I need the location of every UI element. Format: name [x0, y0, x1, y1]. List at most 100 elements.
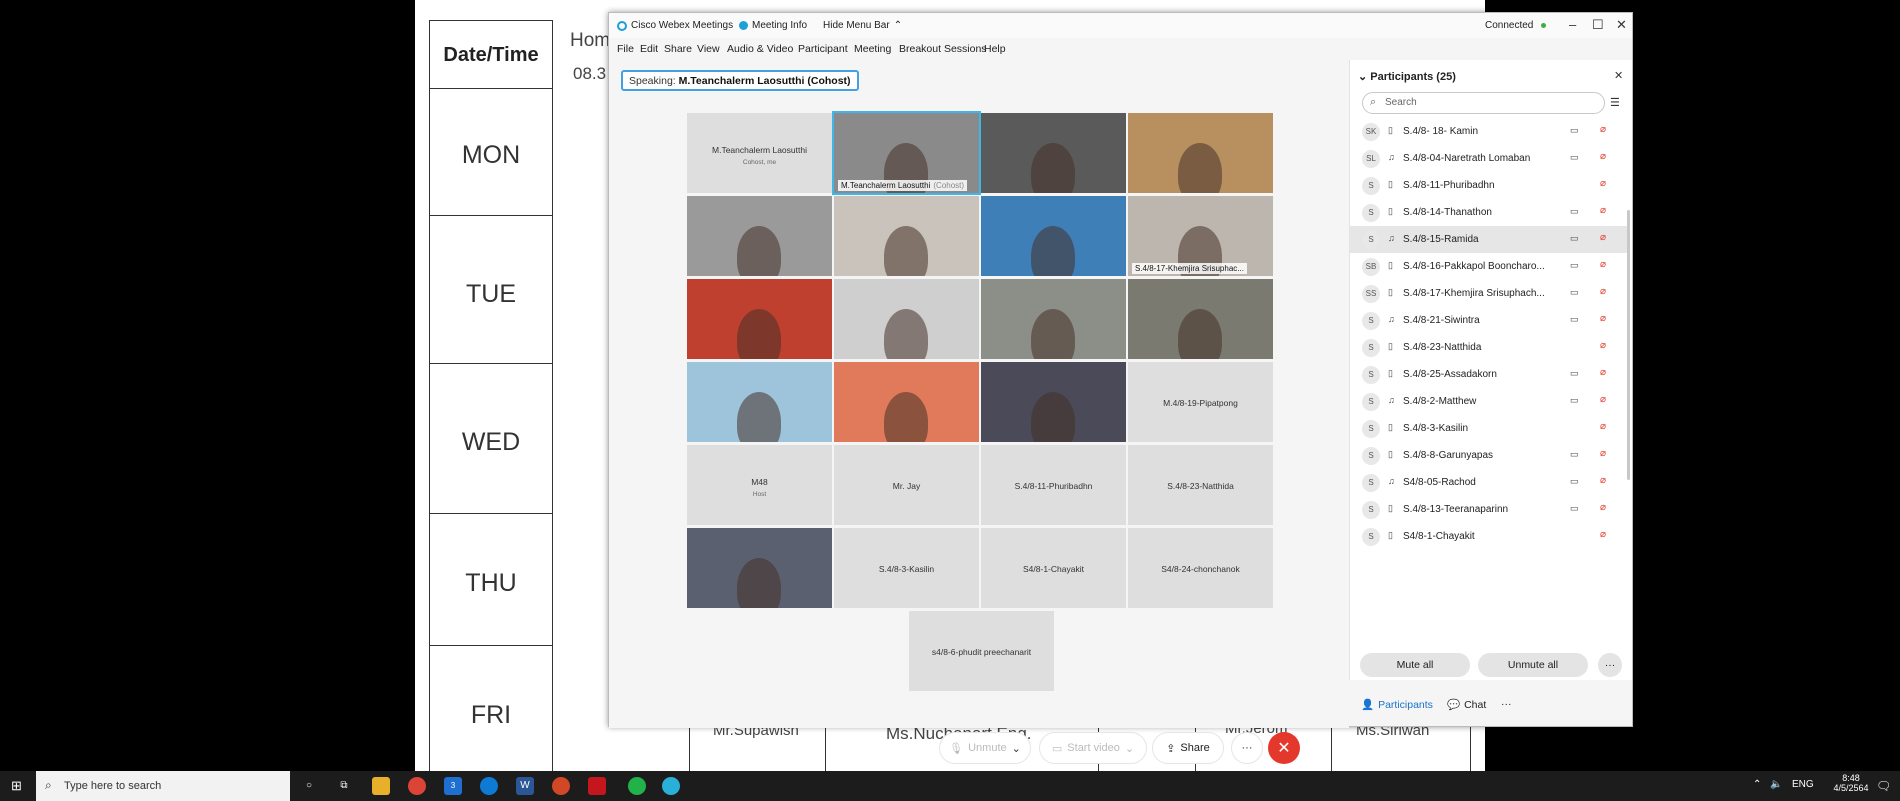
participant-video-tile[interactable] [1128, 279, 1273, 359]
participant-row[interactable]: S ♫ S.4/8-2-Matthew ▭ ⌀ [1350, 388, 1627, 415]
participant-avatar-tile[interactable]: M.Teanchalerm Laosutthi Cohost, me [687, 113, 832, 193]
powerpoint-icon[interactable] [552, 777, 570, 795]
tab-participants[interactable]: 👤 Participants [1361, 698, 1433, 712]
participant-avatar-tile[interactable]: S4/8-24-chonchanok [1128, 528, 1273, 608]
meeting-info-button[interactable]: Meeting Info [739, 20, 807, 31]
muted-mic-icon[interactable]: ⌀ [1600, 529, 1606, 540]
participant-row[interactable]: S ▯ S.4/8-25-Assadakorn ▭ ⌀ [1350, 361, 1627, 388]
participant-avatar-tile[interactable]: M48 Host [687, 445, 832, 525]
participant-video-tile[interactable]: S.4/8-17-Khemjira Srisuphac... [1128, 196, 1273, 276]
participant-video-tile[interactable] [981, 196, 1126, 276]
participant-avatar-tile[interactable]: M.4/8-19-Pipatpong [1128, 362, 1273, 442]
participants-header[interactable]: ⌄ Participants (25) [1358, 70, 1456, 83]
participant-row[interactable]: S ▯ S.4/8-3-Kasilin ⌀ [1350, 415, 1627, 442]
participant-video-tile[interactable] [1128, 113, 1273, 193]
participant-video-tile[interactable] [687, 279, 832, 359]
participant-avatar-tile[interactable]: S.4/8-11-Phuribadhn [981, 445, 1126, 525]
clock[interactable]: 8:48 4/5/2564 [1826, 773, 1876, 793]
maximize-icon[interactable]: ☐ [1592, 17, 1604, 33]
participant-video-tile[interactable] [834, 196, 979, 276]
participant-video-tile[interactable] [834, 279, 979, 359]
word-icon[interactable]: W [516, 777, 534, 795]
menu-meeting[interactable]: Meeting [854, 43, 891, 55]
minimize-icon[interactable]: – [1569, 17, 1576, 32]
menu-view[interactable]: View [697, 43, 720, 55]
panel-more-button[interactable]: ··· [1598, 653, 1622, 677]
volume-icon[interactable]: 🔈 [1770, 779, 1782, 790]
participant-avatar-tile[interactable]: Mr. Jay [834, 445, 979, 525]
cortana-icon[interactable]: ○ [300, 777, 318, 795]
participant-scrollbar[interactable] [1627, 210, 1630, 480]
start-video-button[interactable]: ▭ Start video ⌄ [1039, 732, 1147, 764]
menu-participant[interactable]: Participant [798, 43, 848, 55]
hide-menu-bar-button[interactable]: Hide Menu Bar ⌃ [823, 20, 902, 31]
participant-row[interactable]: S ▯ S.4/8-11-Phuribadhn ⌀ [1350, 172, 1627, 199]
task-view-icon[interactable]: ⧉ [335, 777, 353, 795]
participant-video-tile[interactable] [687, 362, 832, 442]
share-button[interactable]: ⇪ Share [1152, 732, 1224, 764]
muted-mic-icon[interactable]: ⌀ [1600, 394, 1606, 405]
participant-video-tile[interactable]: M.Teanchalerm Laosutthi (Cohost) [832, 111, 981, 195]
participant-video-tile[interactable] [687, 196, 832, 276]
menu-help[interactable]: Help [984, 43, 1006, 55]
menu-edit[interactable]: Edit [640, 43, 658, 55]
participant-avatar-tile[interactable]: S.4/8-3-Kasilin [834, 528, 979, 608]
muted-mic-icon[interactable]: ⌀ [1600, 232, 1606, 243]
mute-all-button[interactable]: Mute all [1360, 653, 1470, 677]
menu-share[interactable]: Share [664, 43, 692, 55]
participant-video-tile[interactable] [834, 362, 979, 442]
menu-file[interactable]: File [617, 43, 634, 55]
edge-icon[interactable] [480, 777, 498, 795]
muted-mic-icon[interactable]: ⌀ [1600, 259, 1606, 270]
webex-taskbar-icon[interactable] [662, 777, 680, 795]
close-window-icon[interactable]: ✕ [1616, 17, 1627, 33]
participant-row[interactable]: S ♫ S.4/8-21-Siwintra ▭ ⌀ [1350, 307, 1627, 334]
participant-video-tile[interactable] [981, 113, 1126, 193]
muted-mic-icon[interactable]: ⌀ [1600, 475, 1606, 486]
participant-row[interactable]: S ♫ S.4/8-15-Ramida ▭ ⌀ [1350, 226, 1627, 253]
participant-avatar-tile[interactable]: S4/8-1-Chayakit [981, 528, 1126, 608]
participant-row[interactable]: SB ▯ S.4/8-16-Pakkapol Booncharo... ▭ ⌀ [1350, 253, 1627, 280]
participant-row[interactable]: S ▯ S.4/8-8-Garunyapas ▭ ⌀ [1350, 442, 1627, 469]
mail-icon[interactable]: 3 [444, 777, 462, 795]
acrobat-icon[interactable] [588, 777, 606, 795]
sort-icon[interactable]: ☰ [1610, 96, 1620, 109]
participant-row[interactable]: S ♫ S4/8-05-Rachod ▭ ⌀ [1350, 469, 1627, 496]
participant-row[interactable]: S ▯ S.4/8-23-Natthida ⌀ [1350, 334, 1627, 361]
muted-mic-icon[interactable]: ⌀ [1600, 178, 1606, 189]
line-icon[interactable] [628, 777, 646, 795]
taskbar-search[interactable]: ⌕ Type here to search [36, 771, 290, 801]
muted-mic-icon[interactable]: ⌀ [1600, 205, 1606, 216]
close-panel-icon[interactable]: ✕ [1614, 69, 1623, 82]
muted-mic-icon[interactable]: ⌀ [1600, 421, 1606, 432]
menu-audio-video[interactable]: Audio & Video [727, 43, 793, 55]
participant-search-input[interactable]: ⌕ Search [1362, 92, 1605, 114]
muted-mic-icon[interactable]: ⌀ [1600, 367, 1606, 378]
participant-row[interactable]: S ▯ S.4/8-14-Thanathon ▭ ⌀ [1350, 199, 1627, 226]
muted-mic-icon[interactable]: ⌀ [1600, 340, 1606, 351]
muted-mic-icon[interactable]: ⌀ [1600, 448, 1606, 459]
muted-mic-icon[interactable]: ⌀ [1600, 124, 1606, 135]
leave-meeting-button[interactable]: ✕ [1268, 732, 1300, 764]
participant-row[interactable]: SS ▯ S.4/8-17-Khemjira Srisuphach... ▭ ⌀ [1350, 280, 1627, 307]
participant-video-tile[interactable] [981, 362, 1126, 442]
chrome-icon[interactable] [408, 777, 426, 795]
participant-video-tile[interactable] [687, 528, 832, 608]
muted-mic-icon[interactable]: ⌀ [1600, 313, 1606, 324]
muted-mic-icon[interactable]: ⌀ [1600, 502, 1606, 513]
participant-row[interactable]: SK ▯ S.4/8- 18- Kamin ▭ ⌀ [1350, 118, 1627, 145]
participant-row[interactable]: SL ♫ S.4/8-04-Naretrath Lomaban ▭ ⌀ [1350, 145, 1627, 172]
menu-breakout-sessions[interactable]: Breakout Sessions [899, 43, 987, 55]
participant-row[interactable]: S ▯ S4/8-1-Chayakit ⌀ [1350, 523, 1627, 550]
tray-chevron-icon[interactable]: ⌃ [1753, 779, 1761, 790]
participant-video-tile[interactable] [981, 279, 1126, 359]
notifications-icon[interactable]: 🗨 [1876, 779, 1891, 793]
windows-start-icon[interactable]: ⊞ [11, 778, 22, 794]
tab-chat[interactable]: 💬 Chat [1447, 698, 1486, 712]
participant-avatar-tile[interactable]: s4/8-6-phudit preechanarit [909, 611, 1054, 691]
language-indicator[interactable]: ENG [1792, 779, 1814, 790]
muted-mic-icon[interactable]: ⌀ [1600, 286, 1606, 297]
unmute-all-button[interactable]: Unmute all [1478, 653, 1588, 677]
file-explorer-icon[interactable] [372, 777, 390, 795]
tabs-more-button[interactable]: ··· [1501, 698, 1512, 710]
